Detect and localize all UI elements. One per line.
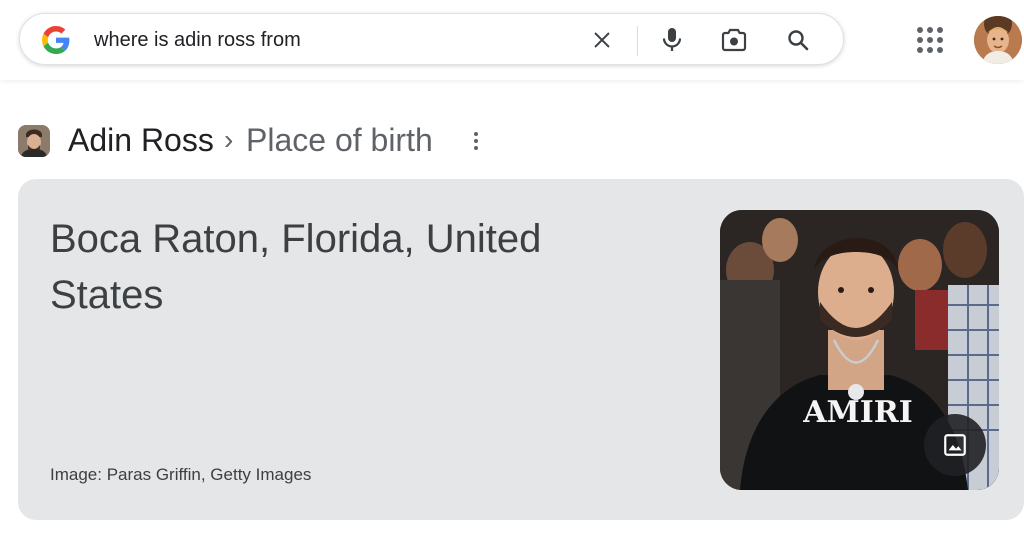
apps-grid-icon[interactable] (914, 24, 946, 56)
answer-text: Boca Raton, Florida, United States (50, 217, 542, 317)
google-logo-icon[interactable] (42, 26, 70, 54)
top-bar: where is adin ross from (0, 0, 1024, 80)
answer-card: Boca Raton, Florida, United States Image… (18, 179, 1024, 520)
knowledge-panel-header: Adin Ross › Place of birth (18, 118, 618, 162)
account-avatar[interactable] (974, 16, 1022, 64)
breadcrumb-separator: › (224, 124, 234, 155)
entity-photo[interactable]: AMIRI (720, 210, 999, 490)
shirt-print: AMIRI (802, 395, 912, 430)
search-divider (637, 26, 638, 56)
image-credit: Image: Paras Griffin, Getty Images (50, 465, 312, 484)
search-box[interactable]: where is adin ross from (19, 13, 844, 65)
search-input[interactable]: where is adin ross from (94, 27, 301, 53)
attribute-label: Place of birth (246, 122, 433, 158)
image-icon[interactable] (924, 414, 986, 476)
microphone-icon[interactable] (658, 26, 686, 54)
search-icon[interactable] (784, 26, 812, 54)
entity-thumbnail[interactable] (18, 125, 50, 157)
lens-camera-icon[interactable] (720, 26, 748, 54)
clear-icon[interactable] (588, 26, 616, 54)
entity-name[interactable]: Adin Ross (68, 118, 214, 162)
more-options-icon[interactable] (466, 129, 486, 153)
